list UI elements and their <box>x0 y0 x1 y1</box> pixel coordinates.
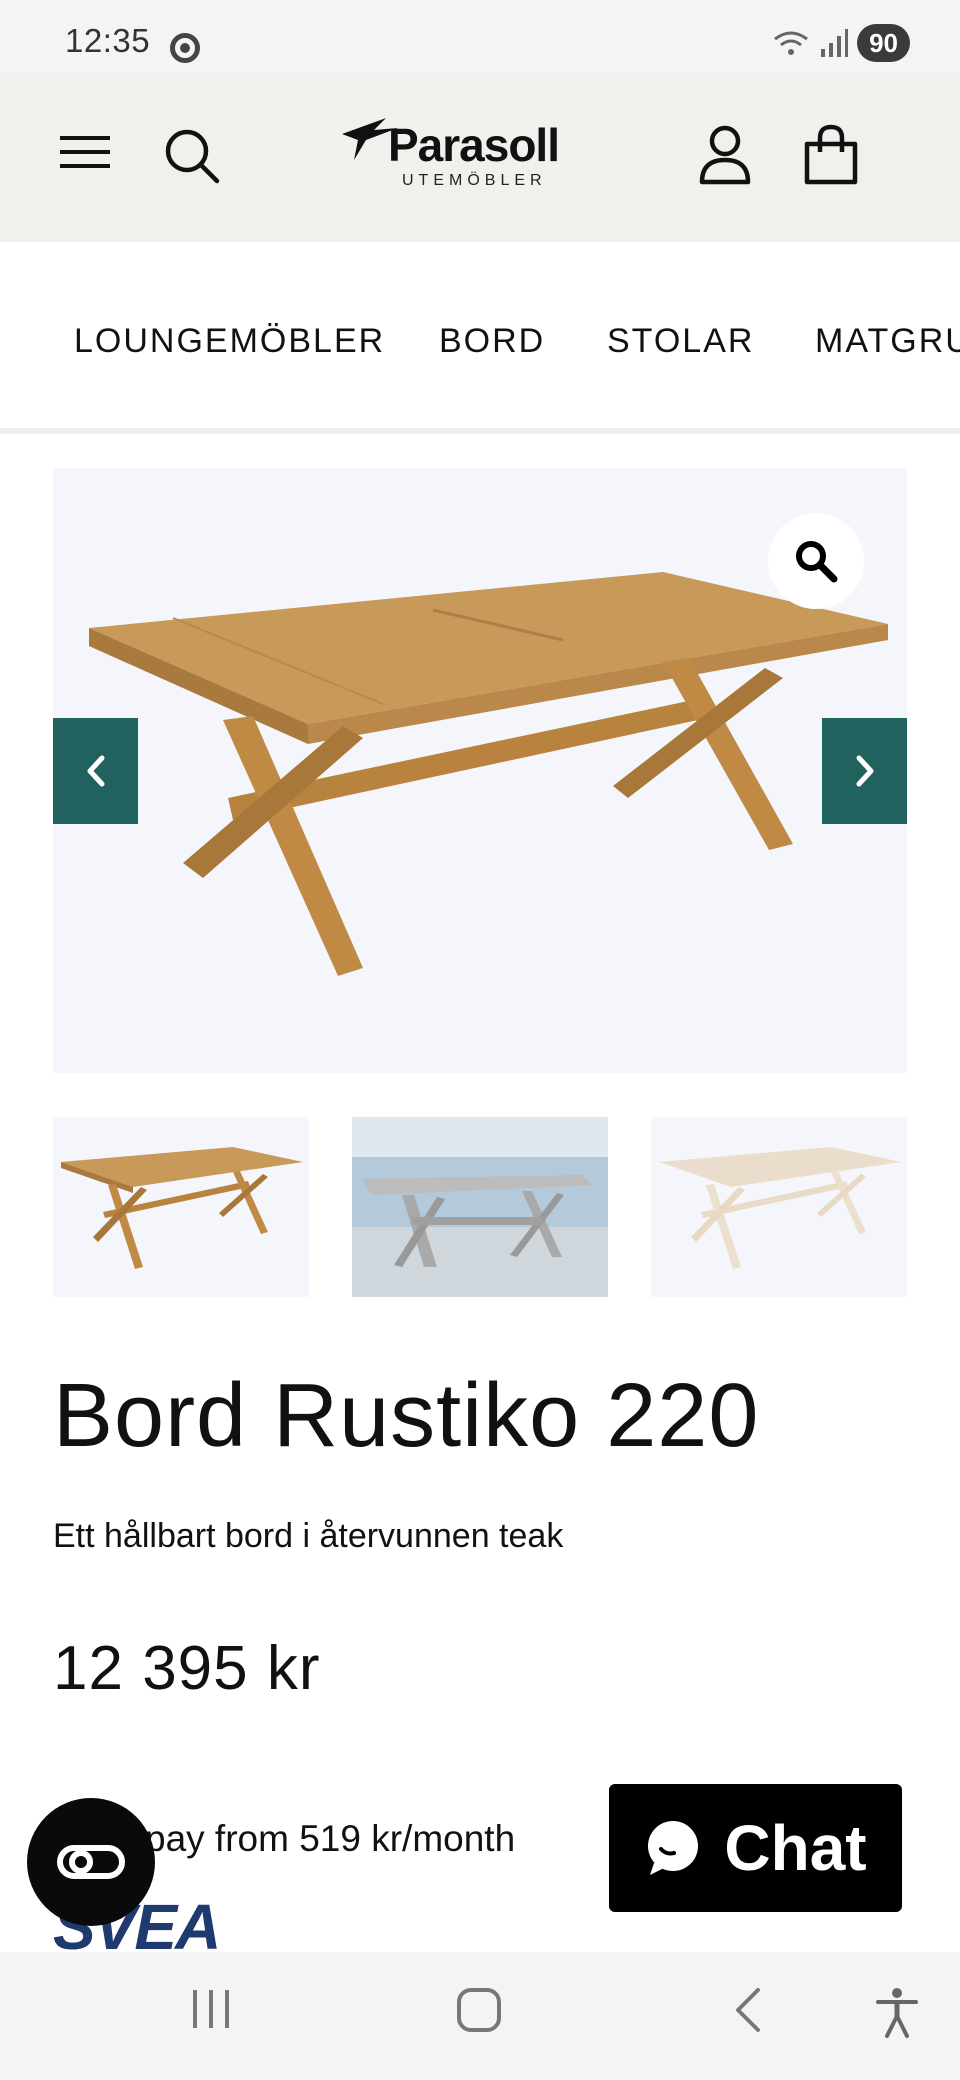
nav-item-bord[interactable]: BORD <box>439 322 545 361</box>
installment-text: pay from 519 kr/month <box>145 1818 516 1859</box>
status-time: 12:35 <box>65 22 151 59</box>
wifi-icon <box>774 31 808 55</box>
notification-icon <box>170 33 200 63</box>
chevron-right-icon <box>856 755 873 787</box>
thumbnail-3[interactable] <box>651 1117 907 1297</box>
accessibility-shortcut-button[interactable] <box>874 1986 920 2043</box>
accessibility-person-icon <box>876 1988 918 2038</box>
battery-icon: 90 <box>857 24 910 62</box>
thumbnail-1[interactable] <box>53 1117 309 1297</box>
back-icon <box>736 1988 760 2032</box>
status-icons: 90 <box>771 24 910 62</box>
site-logo[interactable]: Parasoll UTEMÖBLER <box>340 112 580 202</box>
home-button[interactable] <box>455 1986 503 2039</box>
thumbnail-strip <box>53 1117 907 1297</box>
search-button[interactable] <box>162 126 222 191</box>
menu-icon <box>60 136 110 168</box>
product-title: Bord Rustiko 220 <box>53 1366 760 1466</box>
status-bar: 12:35 90 <box>0 0 960 72</box>
signal-icon <box>821 29 849 57</box>
back-button[interactable] <box>730 1986 766 2039</box>
accessibility-widget-button[interactable] <box>27 1798 155 1926</box>
nav-item-loungemobler[interactable]: LOUNGEMÖBLER <box>74 322 385 361</box>
gallery-prev-button[interactable] <box>53 718 138 824</box>
search-icon <box>165 129 220 184</box>
system-nav-bar <box>0 1952 960 2080</box>
site-header: Parasoll UTEMÖBLER <box>0 72 960 242</box>
zoom-icon <box>796 541 838 583</box>
product-gallery[interactable] <box>53 468 907 1073</box>
zoom-button[interactable] <box>768 513 864 609</box>
account-button[interactable] <box>698 124 752 191</box>
thumbnail-2[interactable] <box>352 1117 608 1297</box>
chevron-left-icon <box>87 755 104 787</box>
cart-button[interactable] <box>803 124 859 191</box>
logo-text: Parasoll <box>388 119 560 171</box>
logo-subtitle: UTEMÖBLER <box>402 172 547 189</box>
menu-button[interactable] <box>58 132 112 177</box>
product-price: 12 395 kr <box>53 1634 321 1703</box>
recent-apps-button[interactable] <box>188 1986 234 2037</box>
thumbnail-image <box>352 1117 608 1297</box>
chat-bubble-icon <box>648 1821 699 1875</box>
thumbnail-image <box>659 1147 901 1269</box>
product-subtitle: Ett hållbart bord i återvunnen teak <box>53 1517 564 1555</box>
category-nav: LOUNGEMÖBLER BORD STOLAR MATGRU <box>0 242 960 434</box>
home-icon <box>457 1988 501 2032</box>
gallery-next-button[interactable] <box>822 718 907 824</box>
chat-button[interactable]: Chat <box>609 1784 902 1912</box>
thumbnail-image <box>61 1147 303 1269</box>
nav-item-stolar[interactable]: STOLAR <box>607 322 754 361</box>
chat-label: Chat <box>724 1812 867 1884</box>
cart-icon <box>804 124 858 185</box>
nav-item-matgrupper[interactable]: MATGRU <box>815 322 960 361</box>
recent-apps-icon <box>193 1990 229 2028</box>
account-icon <box>699 125 751 185</box>
accessibility-toggle-icon <box>57 1845 125 1879</box>
